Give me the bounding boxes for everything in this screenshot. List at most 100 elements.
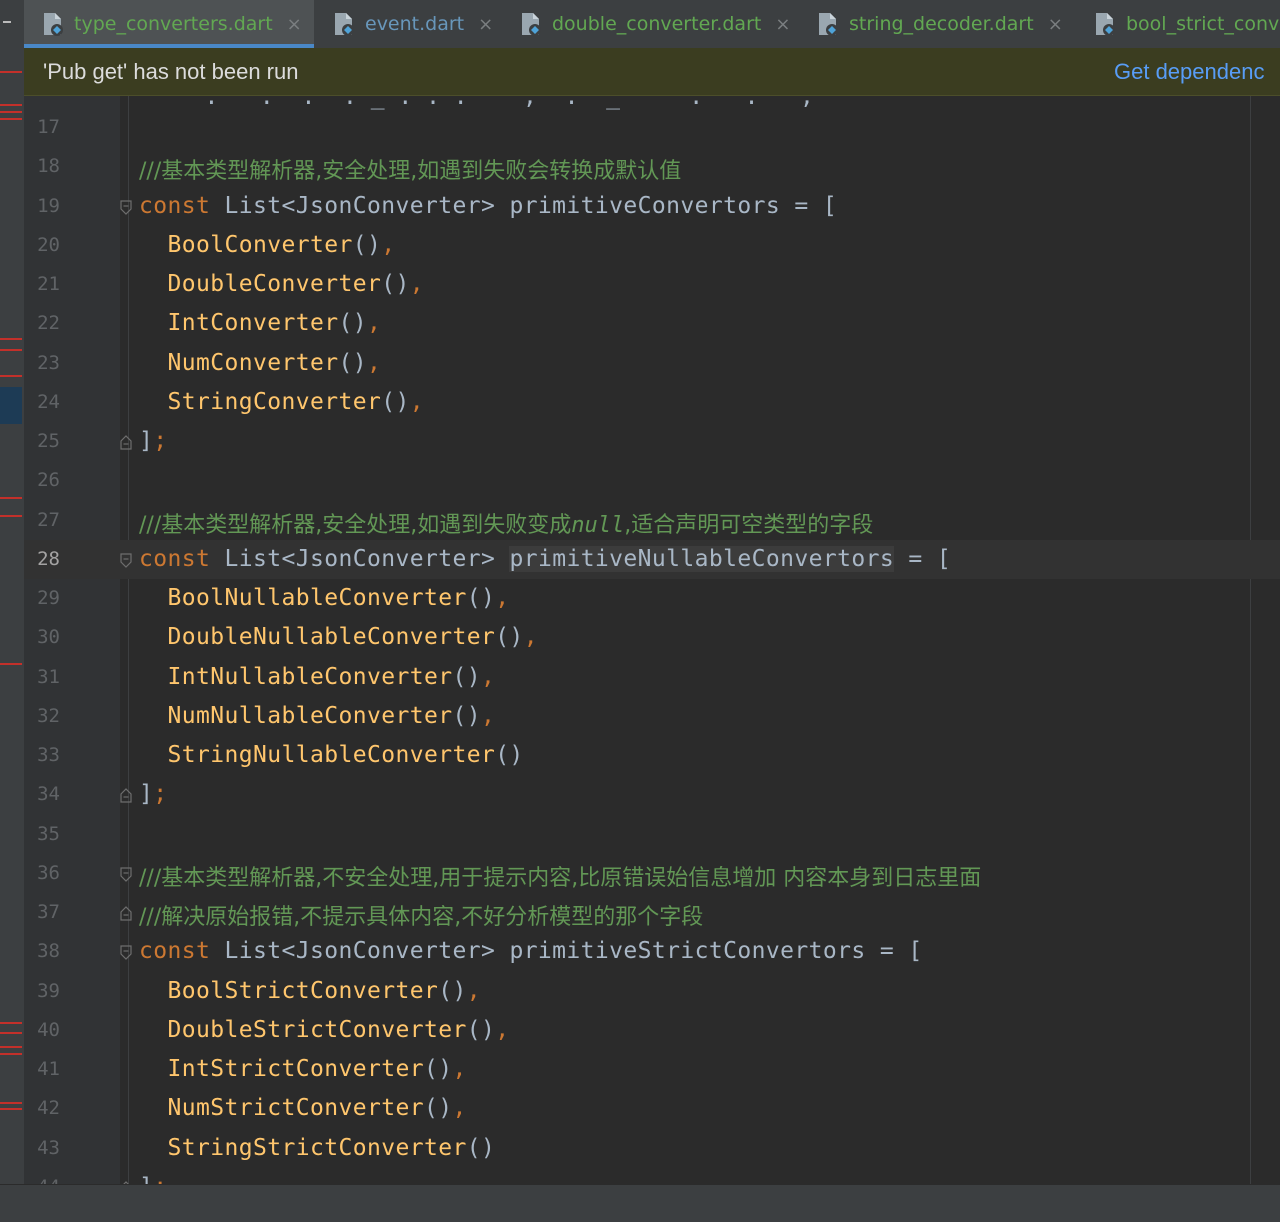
error-stripe[interactable] [0, 1102, 22, 1104]
code-line[interactable]: 37 ///解决原始报错,不提示具体内容,不好分析模型的那个字段 [24, 893, 1280, 932]
line-number: 24 [37, 390, 60, 413]
code-line[interactable]: 42 NumStrictConverter(), [24, 1089, 1280, 1128]
code-line[interactable]: 18 ///基本类型解析器,安全处理,如遇到失败会转换成默认值 [24, 147, 1280, 186]
code-line[interactable]: 32 NumNullableConverter(), [24, 697, 1280, 736]
line-number: 21 [37, 273, 60, 295]
tab-type-converters-dart[interactable]: type_converters.dart × [24, 0, 314, 48]
tab-event-dart[interactable]: event.dart × [315, 0, 501, 48]
line-number: 26 [37, 469, 60, 492]
line-number: 41 [37, 1058, 60, 1080]
code-line[interactable]: 28 const List<JsonConverter> primitiveNul… [24, 539, 1280, 579]
code-line[interactable]: 26 [24, 461, 1280, 500]
code-line[interactable]: 20 BoolConverter(), [24, 226, 1280, 265]
error-stripe[interactable] [0, 104, 22, 106]
code-line[interactable]: 23 NumConverter(), [24, 344, 1280, 383]
code-comment: ///基本类型解析器,不安全处理,用于提示内容,比原错误始信息增加 内容本身到日… [139, 865, 982, 891]
code-line[interactable]: 44]; [24, 1168, 1280, 1184]
code-line[interactable]: 35 [24, 815, 1280, 854]
fold-close-icon[interactable] [120, 906, 132, 921]
get-dependencies-link[interactable]: Get dependenc [1114, 59, 1264, 85]
error-stripe[interactable] [0, 1022, 22, 1024]
tab-double-converter-dart[interactable]: double_converter.dart × [502, 0, 798, 48]
code-class-name: DoubleNullableConverter [167, 624, 496, 651]
error-stripe[interactable] [0, 111, 22, 113]
error-stripe[interactable] [0, 1046, 22, 1048]
code-line[interactable]: 33 StringNullableConverter() [24, 736, 1280, 775]
code-line[interactable]: 34]; [24, 775, 1280, 814]
code-line[interactable]: 31 IntNullableConverter(), [24, 658, 1280, 697]
line-number: 43 [37, 1136, 60, 1159]
current-position-marker [0, 387, 22, 424]
code-line[interactable]: 25]; [24, 422, 1280, 461]
code-line[interactable]: 17 [24, 108, 1280, 147]
error-stripe[interactable] [0, 1053, 22, 1055]
fold-open-icon[interactable] [120, 867, 132, 882]
code-token: List<JsonConverter> primitiveConvertors … [210, 192, 838, 219]
error-stripe[interactable] [0, 375, 22, 377]
fold-open-icon[interactable] [120, 945, 132, 961]
line-number: 38 [37, 940, 60, 963]
error-stripe[interactable] [0, 515, 22, 517]
notification-message: 'Pub get' has not been run [43, 59, 299, 84]
error-stripe[interactable] [0, 1032, 22, 1034]
error-stripe[interactable] [0, 71, 22, 73]
code-comment: ///基本类型解析器,安全处理,如遇到失败会转换成默认值 [139, 159, 682, 185]
line-number: 28 [37, 547, 60, 570]
code-line[interactable]: 41 IntStrictConverter(), [24, 1050, 1280, 1089]
error-stripe[interactable] [0, 118, 22, 120]
tab-string-decoder-dart[interactable]: string_decoder.dart × [799, 0, 1075, 48]
tab-bool-strict-conv[interactable]: bool_strict_conv [1076, 0, 1280, 48]
code-class-name: DoubleConverter [167, 271, 382, 297]
close-tab-icon[interactable]: × [775, 14, 790, 35]
code-token: , [495, 1016, 510, 1043]
code-editor[interactable]: : : : : _ : : : , : _ : : ; 17 18///基本类型解… [24, 96, 1280, 1184]
code-text: ///基本类型解析器,安全处理,如遇到失败变成null,适合声明可空类型的字段 [139, 507, 873, 539]
code-keyword: const [139, 545, 211, 572]
code-line[interactable]: 21 DoubleConverter(), [24, 265, 1280, 304]
code-token: , [409, 271, 424, 297]
dart-file-icon [817, 11, 839, 37]
fold-close-icon[interactable] [120, 435, 132, 450]
code-line[interactable]: 19 const List<JsonConverter> primitiveCon… [24, 187, 1280, 226]
error-stripe[interactable] [0, 497, 22, 499]
code-class-name: IntNullableConverter [167, 663, 453, 690]
line-number: 35 [37, 822, 60, 845]
close-tab-icon[interactable]: × [478, 14, 493, 35]
code-line[interactable]: 38 const List<JsonConverter> primitiveStr… [24, 932, 1280, 971]
code-token: , [466, 977, 481, 1004]
code-token: , [523, 624, 538, 651]
fold-open-icon[interactable] [120, 199, 132, 215]
code-line[interactable]: 30 DoubleNullableConverter(), [24, 618, 1280, 657]
code-token: () [423, 1056, 453, 1082]
collapse-dash-icon[interactable] [3, 21, 11, 23]
code-token: () [338, 310, 367, 337]
code-keyword: const [139, 938, 211, 965]
code-line[interactable]: 22 IntConverter(), [24, 304, 1280, 343]
code-line[interactable]: 27 ///基本类型解析器,安全处理,如遇到失败变成null,适合声明可空类型的字… [24, 501, 1280, 540]
code-text: NumNullableConverter(), [139, 703, 495, 729]
code-line[interactable]: 39 BoolStrictConverter(), [24, 972, 1280, 1011]
line-number: 17 [37, 116, 60, 138]
code-line[interactable]: 29 BoolNullableConverter(), [24, 579, 1280, 618]
code-line[interactable]: 43 StringStrictConverter() [24, 1129, 1280, 1168]
close-tab-icon[interactable]: × [1048, 14, 1063, 35]
fold-close-icon[interactable] [120, 788, 132, 803]
code-line[interactable]: 40 DoubleStrictConverter(), [24, 1011, 1280, 1050]
code-keyword: const [139, 192, 211, 219]
close-tab-icon[interactable]: × [287, 14, 302, 35]
code-text: NumConverter(), [139, 350, 381, 376]
error-stripe[interactable] [0, 1108, 22, 1110]
error-stripe[interactable] [0, 663, 22, 665]
dart-file-icon [42, 11, 64, 37]
error-stripe[interactable] [0, 338, 22, 340]
code-line[interactable]: 24 StringConverter(), [24, 383, 1280, 422]
error-stripe[interactable] [0, 349, 22, 351]
fold-open-icon[interactable] [120, 553, 132, 568]
line-number: 33 [37, 744, 60, 766]
code-line[interactable]: 36 ///基本类型解析器,不安全处理,用于提示内容,比原错误始信息增加 内容本身… [24, 854, 1280, 893]
